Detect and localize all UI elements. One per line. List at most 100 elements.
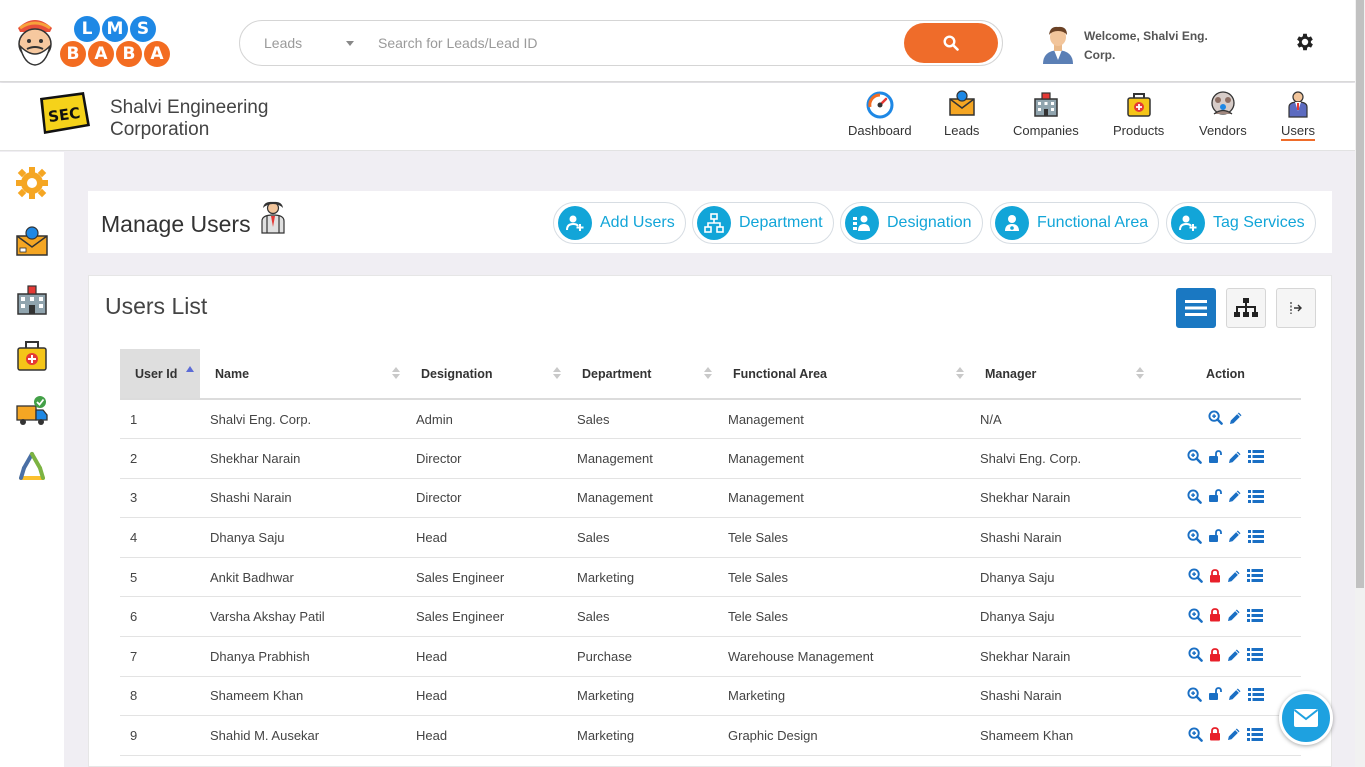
- row-actions: [1187, 687, 1264, 702]
- unlock-icon[interactable]: [1208, 489, 1222, 503]
- department-label: Department: [739, 214, 823, 231]
- tag-services-icon: [1171, 206, 1205, 240]
- caret-down-icon[interactable]: [346, 41, 354, 46]
- list-details-icon[interactable]: [1248, 529, 1264, 543]
- nav-users[interactable]: Users: [1281, 89, 1315, 141]
- edit-icon[interactable]: [1229, 411, 1243, 425]
- edit-icon[interactable]: [1228, 687, 1242, 701]
- logo-letter: M: [102, 16, 128, 42]
- edit-icon[interactable]: [1228, 529, 1242, 543]
- unlock-icon[interactable]: [1208, 449, 1222, 464]
- view-icon[interactable]: [1188, 608, 1203, 623]
- view-icon[interactable]: [1188, 568, 1203, 583]
- functional-area-button[interactable]: Functional Area: [990, 202, 1160, 244]
- page-scrollbar[interactable]: [1355, 0, 1365, 767]
- edit-icon[interactable]: [1227, 727, 1241, 741]
- list-details-icon[interactable]: [1247, 648, 1263, 662]
- logo-letter: A: [88, 41, 114, 67]
- lms-baba-logo[interactable]: L M S B A B A: [12, 12, 177, 72]
- nav-dashboard[interactable]: Dashboard: [848, 89, 912, 138]
- manager-cell: Shashi Narain: [970, 517, 1150, 558]
- table-row: 9 Shahid M. Ausekar Head Marketing Graphic D…: [120, 715, 1301, 756]
- list-details-icon[interactable]: [1247, 727, 1263, 741]
- view-icon[interactable]: [1188, 727, 1203, 742]
- add-users-label: Add Users: [600, 214, 675, 231]
- edit-icon[interactable]: [1227, 648, 1241, 662]
- companies-building-icon[interactable]: [15, 282, 49, 316]
- lock-icon[interactable]: [1209, 608, 1221, 622]
- row-actions: [1187, 489, 1264, 504]
- list-details-icon[interactable]: [1248, 489, 1264, 503]
- column-header-designation[interactable]: Designation: [406, 349, 567, 400]
- products-bag-icon: [1126, 93, 1151, 117]
- list-details-icon[interactable]: [1248, 450, 1264, 464]
- nav-leads[interactable]: Leads: [944, 89, 979, 138]
- edit-icon[interactable]: [1228, 450, 1242, 464]
- nav-products[interactable]: Products: [1113, 89, 1164, 138]
- nav-label: Vendors: [1199, 123, 1247, 138]
- department-button[interactable]: Department: [692, 202, 834, 244]
- settings-gear-icon[interactable]: [15, 166, 49, 200]
- search-button[interactable]: [904, 23, 998, 63]
- view-icon[interactable]: [1187, 687, 1202, 702]
- view-icon[interactable]: [1187, 529, 1202, 544]
- column-label: Functional Area: [733, 366, 827, 381]
- view-icon[interactable]: [1187, 489, 1202, 504]
- view-icon[interactable]: [1187, 449, 1202, 465]
- export-button[interactable]: [1276, 288, 1316, 328]
- leads-envelope-icon[interactable]: [15, 224, 49, 258]
- tag-services-label: Tag Services: [1213, 214, 1305, 231]
- logo-letter: L: [74, 16, 100, 42]
- column-header-user-id[interactable]: User Id: [120, 349, 200, 400]
- designation-cell: Director: [406, 478, 567, 519]
- products-bag-icon[interactable]: [15, 338, 49, 372]
- column-header-functional-area[interactable]: Functional Area: [718, 349, 970, 400]
- nav-label: Products: [1113, 123, 1165, 138]
- lock-icon[interactable]: [1209, 647, 1221, 662]
- recycle-icon[interactable]: [15, 450, 49, 484]
- action-cell: [1150, 438, 1301, 479]
- lock-icon[interactable]: [1209, 727, 1221, 741]
- user-id-cell: 4: [120, 517, 200, 558]
- functional-area-cell: Tele Sales: [718, 557, 970, 598]
- list-details-icon[interactable]: [1247, 569, 1263, 583]
- scrollbar-thumb[interactable]: [1356, 0, 1364, 588]
- edit-icon[interactable]: [1227, 569, 1241, 583]
- sort-icon: [392, 367, 400, 379]
- list-details-icon[interactable]: [1248, 687, 1264, 701]
- settings-gear-icon[interactable]: [1294, 31, 1316, 53]
- companies-building-icon: [1034, 92, 1058, 117]
- column-header-department[interactable]: Department: [567, 349, 718, 400]
- column-header-manager[interactable]: Manager: [970, 349, 1150, 400]
- column-header-name[interactable]: Name: [200, 349, 406, 400]
- view-icon[interactable]: [1188, 647, 1203, 663]
- sort-icon: [553, 367, 561, 379]
- edit-icon[interactable]: [1227, 608, 1241, 622]
- search-type-select[interactable]: Leads: [264, 35, 302, 51]
- company-logo-icon: SEC: [40, 92, 90, 134]
- designation-cell: Head: [406, 636, 567, 677]
- user-avatar-icon[interactable]: [1041, 24, 1075, 64]
- table-row: 4 Dhanya Saju Head Sales Tele Sales Shashi Na…: [120, 517, 1301, 558]
- department-cell: Marketing: [567, 557, 718, 598]
- tag-services-button[interactable]: Tag Services: [1166, 202, 1316, 244]
- unlock-icon[interactable]: [1208, 529, 1222, 543]
- nav-companies[interactable]: Companies: [1013, 89, 1079, 138]
- edit-icon[interactable]: [1228, 489, 1242, 503]
- baba-mascot-icon: [18, 20, 52, 66]
- view-icon[interactable]: [1208, 410, 1223, 425]
- designation-button[interactable]: Designation: [840, 202, 983, 244]
- chat-button[interactable]: [1279, 691, 1333, 745]
- lock-icon[interactable]: [1209, 568, 1221, 583]
- table-header-row: User Id Name Designation Department Func…: [120, 349, 1301, 400]
- list-details-icon[interactable]: [1247, 608, 1263, 622]
- hierarchy-view-button[interactable]: [1226, 288, 1266, 328]
- unlock-icon[interactable]: [1208, 687, 1222, 701]
- delivery-truck-icon[interactable]: [15, 394, 49, 428]
- list-view-button[interactable]: [1176, 288, 1216, 328]
- user-id-cell: 9: [120, 715, 200, 756]
- add-users-button[interactable]: Add Users: [553, 202, 686, 244]
- department-cell: Marketing: [567, 715, 718, 756]
- nav-vendors[interactable]: Vendors: [1199, 89, 1247, 138]
- search-input[interactable]: [378, 29, 898, 57]
